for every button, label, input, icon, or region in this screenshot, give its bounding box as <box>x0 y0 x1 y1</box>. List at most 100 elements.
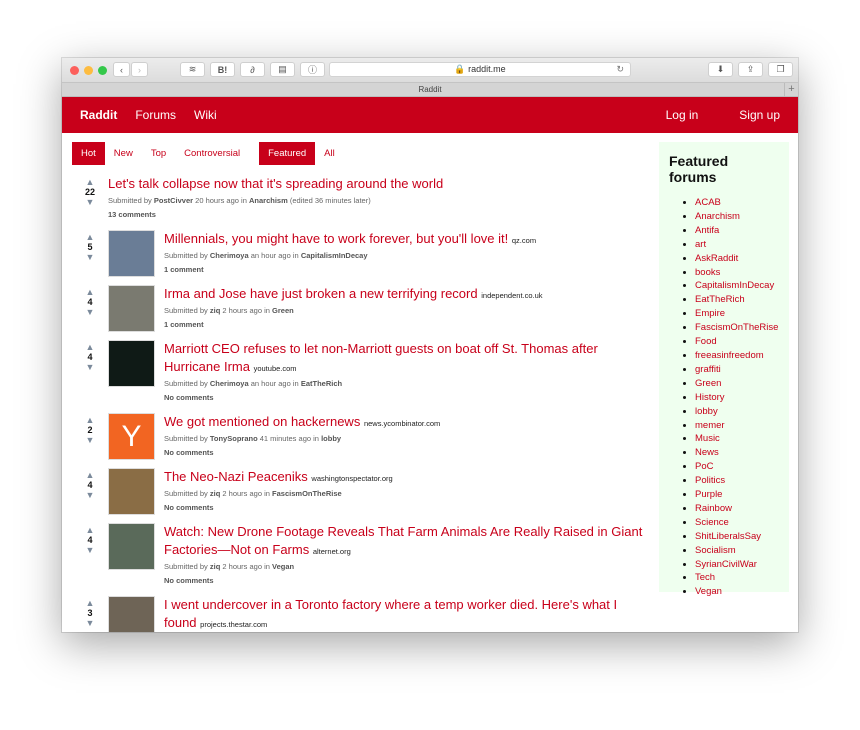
new-tab-icon[interactable]: + <box>784 83 798 97</box>
post-author[interactable]: Cherimoya <box>210 379 249 388</box>
forum-link[interactable]: Antifa <box>695 225 719 236</box>
address-bar[interactable]: 🔒 raddit.me ↻ <box>329 62 631 77</box>
forum-link[interactable]: FascismOnTheRise <box>695 322 778 333</box>
post-domain[interactable]: projects.thestar.com <box>200 620 267 629</box>
nav-forums[interactable]: Forums <box>135 108 176 122</box>
post-comments-link[interactable]: 1 comment <box>164 320 652 329</box>
forum-link[interactable]: Anarchism <box>695 211 740 222</box>
info-icon[interactable]: ⓘ <box>300 62 325 77</box>
post-author[interactable]: Cherimoya <box>210 251 249 260</box>
forum-link[interactable]: PoC <box>695 461 713 472</box>
reload-icon[interactable]: ↻ <box>616 63 624 76</box>
downvote-icon[interactable]: ▼ <box>72 362 108 372</box>
post-domain[interactable]: news.ycombinator.com <box>364 419 440 428</box>
forum-link[interactable]: Rainbow <box>695 503 732 514</box>
forum-link[interactable]: memer <box>695 420 725 431</box>
post-forum[interactable]: Anarchism <box>249 196 288 205</box>
tabs-icon[interactable]: ❐ <box>768 62 793 77</box>
minimize-window-button[interactable] <box>84 65 93 75</box>
forum-link[interactable]: Tech <box>695 572 715 583</box>
post-domain[interactable]: independent.co.uk <box>481 291 542 300</box>
forum-link[interactable]: Science <box>695 517 729 528</box>
post-title-link[interactable]: Millennials, you might have to work fore… <box>164 231 508 246</box>
post-forum[interactable]: EatTheRich <box>301 379 342 388</box>
login-link[interactable]: Log in <box>666 108 699 122</box>
forum-link[interactable]: Vegan <box>695 586 722 597</box>
downvote-icon[interactable]: ▼ <box>72 252 108 262</box>
tab-title[interactable]: Raddit <box>418 85 441 94</box>
post-title-link[interactable]: Irma and Jose have just broken a new ter… <box>164 286 478 301</box>
post-domain[interactable]: qz.com <box>512 236 536 245</box>
post-thumbnail[interactable] <box>108 523 155 570</box>
post-author[interactable]: ziq <box>210 306 220 315</box>
forum-link[interactable]: ShitLiberalsSay <box>695 531 761 542</box>
downvote-icon[interactable]: ▼ <box>72 618 108 628</box>
layers-icon[interactable]: ≋ <box>180 62 205 77</box>
post-comments-link[interactable]: 1 comment <box>164 265 652 274</box>
signup-link[interactable]: Sign up <box>739 108 780 122</box>
downvote-icon[interactable]: ▼ <box>72 545 108 555</box>
upvote-icon[interactable]: ▲ <box>72 415 108 425</box>
downvote-icon[interactable]: ▼ <box>72 435 108 445</box>
downvote-icon[interactable]: ▼ <box>72 307 108 317</box>
post-domain[interactable]: washingtonspectator.org <box>311 474 392 483</box>
post-comments-link[interactable]: No comments <box>164 503 652 512</box>
post-author[interactable]: ziq <box>210 489 220 498</box>
upvote-icon[interactable]: ▲ <box>72 470 108 480</box>
forum-link[interactable]: lobby <box>695 406 718 417</box>
downvote-icon[interactable]: ▼ <box>72 490 108 500</box>
post-title-link[interactable]: Marriott CEO refuses to let non-Marriott… <box>164 341 598 374</box>
upvote-icon[interactable]: ▲ <box>72 232 108 242</box>
sort-new[interactable]: New <box>105 142 142 165</box>
forum-link[interactable]: Food <box>695 336 717 347</box>
upvote-icon[interactable]: ▲ <box>72 525 108 535</box>
post-title-link[interactable]: Watch: New Drone Footage Reveals That Fa… <box>164 524 642 557</box>
upvote-icon[interactable]: ▲ <box>72 177 108 187</box>
upvote-icon[interactable]: ▲ <box>72 342 108 352</box>
forum-link[interactable]: EatTheRich <box>695 294 745 305</box>
post-thumbnail[interactable] <box>108 596 155 632</box>
forum-link[interactable]: AskRaddit <box>695 253 738 264</box>
link-icon[interactable]: ∂ <box>240 62 265 77</box>
post-thumbnail[interactable]: Y <box>108 413 155 460</box>
forum-link[interactable]: SyrianCivilWar <box>695 559 757 570</box>
post-forum[interactable]: Green <box>272 306 294 315</box>
forum-link[interactable]: Empire <box>695 308 725 319</box>
post-thumbnail[interactable] <box>108 340 155 387</box>
post-title-link[interactable]: Let's talk collapse now that it's spread… <box>108 176 443 191</box>
post-author[interactable]: ziq <box>210 562 220 571</box>
forum-link[interactable]: books <box>695 267 720 278</box>
forum-link[interactable]: Politics <box>695 475 725 486</box>
post-comments-link[interactable]: No comments <box>164 393 652 402</box>
share-icon[interactable]: ⇪ <box>738 62 763 77</box>
post-title-link[interactable]: The Neo-Nazi Peaceniks <box>164 469 308 484</box>
post-thumbnail[interactable] <box>108 468 155 515</box>
forum-link[interactable]: CapitalismInDecay <box>695 280 774 291</box>
forum-link[interactable]: News <box>695 447 719 458</box>
post-domain[interactable]: youtube.com <box>254 364 297 373</box>
post-thumbnail[interactable] <box>108 230 155 277</box>
post-comments-link[interactable]: No comments <box>164 576 652 585</box>
post-author[interactable]: PostCivver <box>154 196 193 205</box>
forum-link[interactable]: graffiti <box>695 364 721 375</box>
forum-link[interactable]: Socialism <box>695 545 736 556</box>
sort-hot[interactable]: Hot <box>72 142 105 165</box>
download-icon[interactable]: ⬇ <box>708 62 733 77</box>
filter-all[interactable]: All <box>315 142 344 165</box>
upvote-icon[interactable]: ▲ <box>72 287 108 297</box>
forum-link[interactable]: ACAB <box>695 197 721 208</box>
bookmark-b-icon[interactable]: B! <box>210 62 235 77</box>
notebook-icon[interactable]: ▤ <box>270 62 295 77</box>
forum-link[interactable]: Music <box>695 433 720 444</box>
forward-icon[interactable]: › <box>131 62 148 77</box>
sort-controversial[interactable]: Controversial <box>175 142 249 165</box>
forum-link[interactable]: History <box>695 392 725 403</box>
post-thumbnail[interactable] <box>108 285 155 332</box>
nav-wiki[interactable]: Wiki <box>194 108 217 122</box>
post-forum[interactable]: Vegan <box>272 562 294 571</box>
post-forum[interactable]: lobby <box>321 434 341 443</box>
post-title-link[interactable]: We got mentioned on hackernews <box>164 414 360 429</box>
post-domain[interactable]: alternet.org <box>313 547 351 556</box>
filter-featured[interactable]: Featured <box>259 142 316 165</box>
post-author[interactable]: TonySoprano <box>210 434 258 443</box>
